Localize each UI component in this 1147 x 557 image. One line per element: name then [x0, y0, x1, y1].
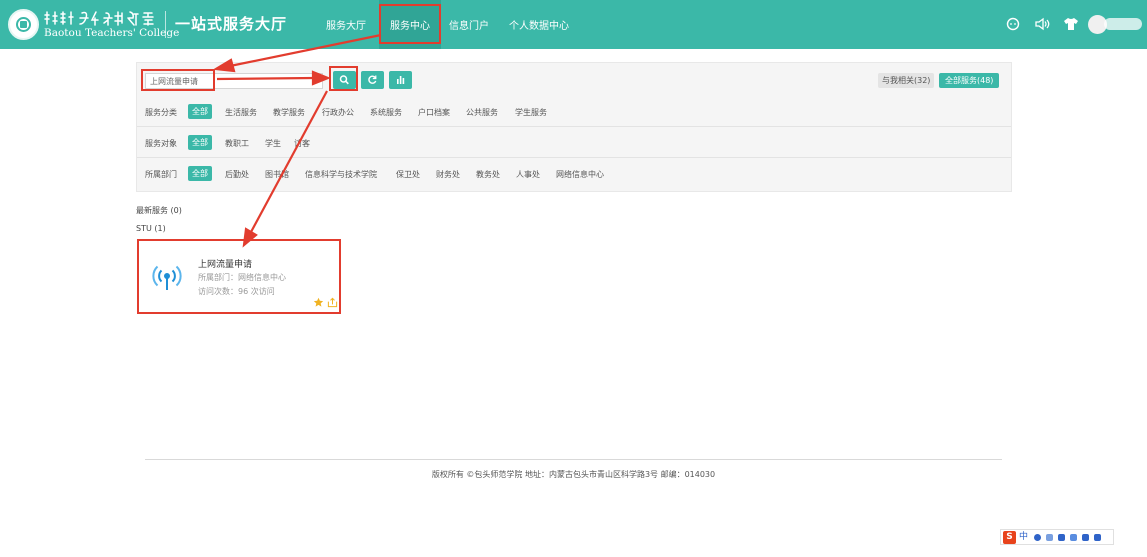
latest-services-heading: 最新服务 (0): [136, 206, 182, 215]
department-option-network-center[interactable]: 网络信息中心: [556, 169, 604, 180]
category-option-life[interactable]: 生活服务: [225, 107, 257, 118]
category-filter-label: 服务分类: [145, 108, 177, 117]
refresh-button[interactable]: [361, 71, 384, 89]
department-option-info-science[interactable]: 信息科学与技术学院: [305, 169, 377, 180]
department-filter-label: 所属部门: [145, 170, 177, 179]
nav-personal-data-center[interactable]: 个人数据中心: [509, 17, 569, 32]
top-header: Baotou Teachers' College 一站式服务大厅 服务大厅 服务…: [0, 0, 1147, 49]
username-blurred[interactable]: [1104, 18, 1142, 30]
department-option-security[interactable]: 保卫处: [396, 169, 420, 180]
keyboard-icon[interactable]: [1058, 534, 1065, 541]
nav-service-hall[interactable]: 服务大厅: [326, 17, 366, 32]
service-visit-count: 访问次数：96 次访问: [198, 287, 275, 296]
college-english-name: Baotou Teachers' College: [44, 27, 180, 39]
row-divider: [137, 157, 1011, 158]
favorite-star-icon[interactable]: [313, 297, 324, 308]
category-option-teaching[interactable]: 教学服务: [273, 107, 305, 118]
search-icon: [339, 75, 349, 85]
site-title: 一站式服务大厅: [175, 15, 288, 33]
audience-option-all[interactable]: 全部: [188, 135, 212, 150]
punctuation-icon[interactable]: [1046, 534, 1053, 541]
department-option-academic-affairs[interactable]: 教务处: [476, 169, 500, 180]
service-card[interactable]: 上网流量申请 所属部门：网络信息中心 访问次数：96 次访问: [140, 242, 338, 311]
ime-toolbar[interactable]: S 中: [1000, 529, 1114, 545]
logo-divider: [165, 11, 166, 38]
statistics-button[interactable]: [389, 71, 412, 89]
all-services-tab[interactable]: 全部服务(48): [939, 73, 1000, 88]
service-department: 所属部门：网络信息中心: [198, 273, 286, 282]
related-label: 与我相关: [882, 76, 914, 85]
related-count: (32): [914, 76, 931, 85]
college-name-logo: [44, 11, 154, 26]
shirt-icon[interactable]: [1062, 15, 1080, 33]
service-name[interactable]: 上网流量申请: [198, 257, 252, 270]
category-option-student[interactable]: 学生服务: [515, 107, 547, 118]
category-option-public[interactable]: 公共服务: [466, 107, 498, 118]
department-option-logistics[interactable]: 后勤处: [225, 169, 249, 180]
row-divider: [137, 126, 1011, 127]
refresh-icon: [368, 75, 377, 84]
ime-mode-chinese[interactable]: 中: [1019, 531, 1028, 544]
stu-section-heading: STU (1): [136, 224, 166, 233]
speaker-icon[interactable]: [1033, 15, 1051, 33]
bar-chart-icon: [397, 76, 405, 84]
college-emblem-icon: [8, 9, 39, 40]
share-icon[interactable]: [327, 297, 338, 308]
wifi-signal-icon: [152, 265, 182, 290]
all-services-label: 全部服务: [945, 76, 977, 85]
moon-icon[interactable]: [1034, 534, 1041, 541]
voice-icon[interactable]: [1070, 534, 1077, 541]
category-option-admin[interactable]: 行政办公: [322, 107, 354, 118]
category-option-all[interactable]: 全部: [188, 104, 212, 119]
footer-copyright: 版权所有 ©包头师范学院 地址：内蒙古包头市青山区科学路3号 邮编：014030: [431, 470, 716, 479]
skin-shirt-icon[interactable]: [1082, 534, 1089, 541]
department-option-finance[interactable]: 财务处: [436, 169, 460, 180]
department-option-hr[interactable]: 人事处: [516, 169, 540, 180]
all-services-count: (48): [977, 76, 994, 85]
search-button[interactable]: [333, 71, 356, 89]
category-option-system[interactable]: 系统服务: [370, 107, 402, 118]
related-to-me-tab[interactable]: 与我相关(32): [878, 73, 935, 88]
department-option-all[interactable]: 全部: [188, 166, 212, 181]
nav-info-portal[interactable]: 信息门户: [449, 17, 489, 32]
tools-icon[interactable]: [1094, 534, 1101, 541]
audience-option-student[interactable]: 学生: [265, 138, 281, 149]
sogou-ime-logo[interactable]: S: [1003, 531, 1016, 544]
chat-icon[interactable]: [1004, 15, 1022, 33]
footer-divider: [145, 459, 1002, 460]
category-option-household[interactable]: 户口档案: [418, 107, 450, 118]
filter-panel: 与我相关(32) 全部服务(48) 服务分类 全部 生活服务 教学服务 行政办公…: [136, 62, 1012, 192]
audience-option-visitor[interactable]: 访客: [294, 138, 310, 149]
search-input[interactable]: [145, 73, 323, 89]
nav-service-center[interactable]: 服务中心: [379, 0, 441, 49]
audience-filter-label: 服务对象: [145, 139, 177, 148]
audience-option-staff[interactable]: 教职工: [225, 138, 249, 149]
department-option-library[interactable]: 图书馆: [265, 169, 289, 180]
